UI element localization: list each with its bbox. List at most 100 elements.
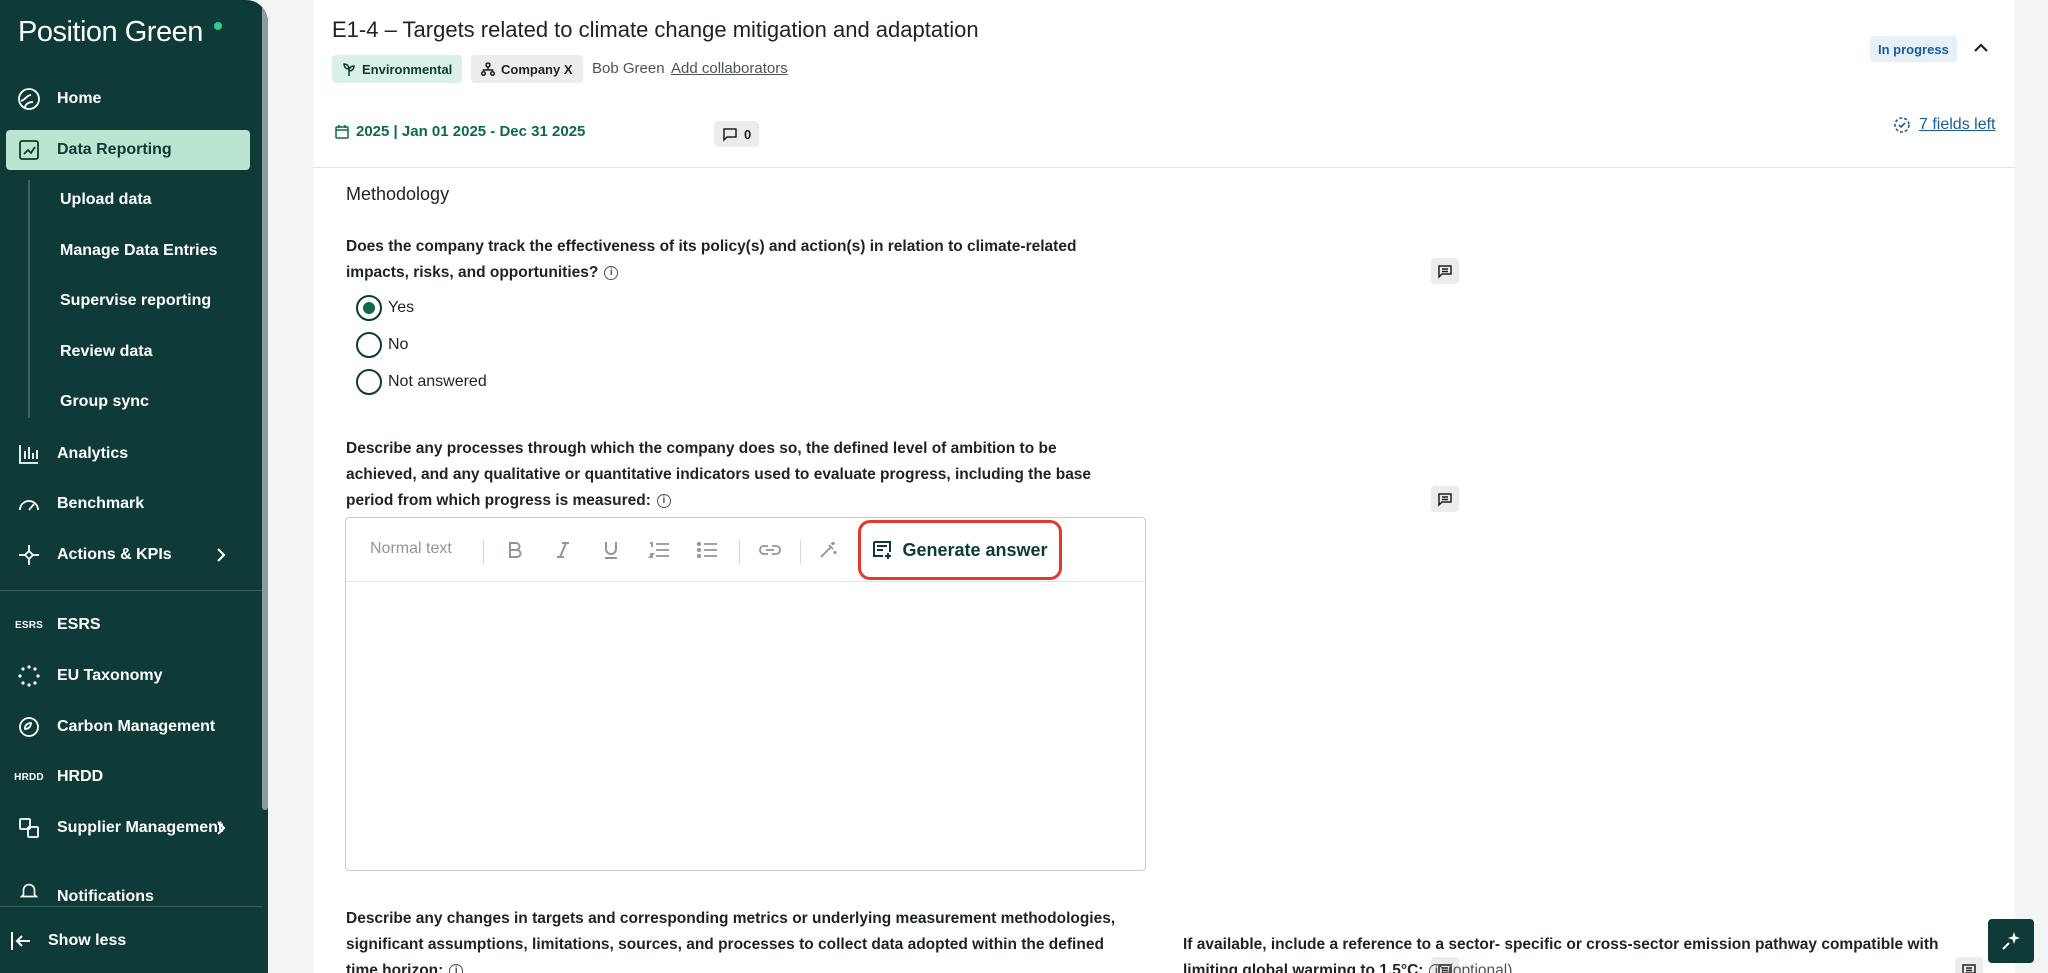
ai-assistant-button[interactable] [1988, 919, 2034, 963]
sidebar-divider [0, 906, 262, 907]
reporting-period-label: 2025 | Jan 01 2025 - Dec 31 2025 [356, 123, 586, 140]
fields-left-link[interactable]: 7 fields left [1893, 116, 1995, 134]
question-1: Does the company track the effectiveness… [346, 234, 1106, 286]
eu-stars-icon [16, 663, 42, 689]
sidebar-item-actions-kpis[interactable]: Actions & KPIs [6, 535, 250, 575]
sub-nav-line [28, 180, 30, 418]
sidebar-scrollbar[interactable] [262, 0, 268, 810]
reporting-period[interactable]: 2025 | Jan 01 2025 - Dec 31 2025 [334, 123, 585, 140]
radio-not-answered[interactable]: Not answered [356, 369, 487, 395]
info-icon[interactable]: i [656, 493, 671, 508]
sidebar-item-esrs[interactable]: ESRS ESRS [6, 605, 250, 645]
company-tag-label: Company X [501, 61, 573, 77]
sidebar-item-analytics[interactable]: Analytics [6, 434, 250, 474]
bold-icon [509, 542, 522, 558]
status-badge: In progress [1870, 36, 1957, 62]
sidebar-item-carbon-management[interactable]: Carbon Management [6, 707, 250, 747]
main-panel: E1-4 – Targets related to climate change… [313, 0, 2015, 973]
comment-icon [1438, 492, 1452, 507]
question-2-text: Describe any processes through which the… [346, 440, 1092, 509]
bullet-list-icon [696, 541, 717, 559]
radio-yes[interactable]: Yes [356, 295, 414, 321]
comment-count-button[interactable]: 0 [714, 121, 760, 147]
sidebar-subitem-manage-data-entries[interactable]: Manage Data Entries [60, 242, 217, 260]
sidebar-item-label: Carbon Management [57, 718, 216, 735]
app-logo: Position Green [18, 16, 203, 48]
question-4-text: If available, include a reference to a s… [1183, 936, 1939, 973]
logo-dot [214, 22, 222, 30]
underline-button[interactable] [597, 536, 625, 564]
add-collaborators-link[interactable]: Add collaborators [671, 60, 788, 77]
radio-label: Yes [388, 299, 415, 316]
sidebar-subitem-supervise-reporting[interactable]: Supervise reporting [60, 292, 211, 310]
sidebar-item-hrdd[interactable]: HRDD HRDD [6, 757, 250, 797]
fields-left-label: 7 fields left [1919, 116, 1996, 133]
sidebar-subitem-upload-data[interactable]: Upload data [60, 191, 152, 209]
generate-answer-label: Generate answer [902, 539, 1048, 560]
radio-circle[interactable] [356, 332, 382, 358]
radio-circle-selected[interactable] [356, 295, 382, 321]
bold-button[interactable] [501, 536, 529, 564]
question-1-comment-button[interactable] [1431, 258, 1459, 284]
show-less-button[interactable]: Show less [10, 930, 126, 952]
comment-icon [1962, 963, 1976, 973]
toolbar-separator [800, 540, 801, 564]
owner-name: Bob Green [592, 60, 665, 77]
magic-wand-icon [820, 542, 837, 558]
sidebar-subitem-review-data[interactable]: Review data [60, 343, 152, 361]
sidebar-item-eu-taxonomy[interactable]: EU Taxonomy [6, 656, 250, 696]
radio-circle[interactable] [356, 369, 382, 395]
ai-magic-button[interactable] [814, 536, 842, 564]
sidebar-item-label: HRDD [57, 768, 104, 785]
hrdd-icon: HRDD [14, 771, 44, 783]
text-style-select[interactable]: Normal text [370, 540, 452, 558]
progress-circle-icon [1894, 117, 1910, 133]
generate-answer-button[interactable]: Generate answer [858, 520, 1062, 580]
sidebar-item-label: Data Reporting [57, 141, 172, 158]
sidebar-divider [0, 590, 262, 591]
sidebar-item-data-reporting[interactable]: Data Reporting [6, 130, 250, 170]
sidebar-item-benchmark[interactable]: Benchmark [6, 484, 250, 524]
comment-count: 0 [744, 126, 752, 142]
question-2-comment-button[interactable] [1431, 486, 1459, 512]
rich-text-editor[interactable]: Normal text Generate answer [345, 517, 1146, 871]
question-3: Describe any changes in targets and corr… [346, 906, 1126, 973]
show-less-label: Show less [48, 932, 127, 949]
sidebar-subitem-group-sync[interactable]: Group sync [60, 393, 149, 411]
sidebar-item-label: Analytics [57, 445, 129, 462]
sidebar-item-supplier-management[interactable]: Supplier Management [6, 808, 250, 848]
generate-icon [873, 541, 892, 559]
info-icon[interactable]: i [449, 963, 464, 973]
sidebar-item-label: Home [57, 90, 102, 107]
sidebar-item-label: Supplier Management [57, 819, 224, 836]
info-icon[interactable]: i [1429, 963, 1444, 973]
collapse-button[interactable] [1971, 38, 1991, 63]
collapse-left-icon [10, 930, 34, 952]
sidebar-item-label: Actions & KPIs [57, 546, 172, 563]
toolbar-separator [739, 540, 740, 564]
data-reporting-icon [16, 137, 42, 163]
header-divider [313, 167, 2015, 168]
italic-button[interactable] [549, 536, 577, 564]
sidebar-item-notifications[interactable]: Notifications [6, 880, 250, 902]
sidebar-item-label: ESRS [57, 616, 101, 633]
chevron-right-icon [212, 818, 230, 843]
radio-no[interactable]: No [356, 332, 408, 358]
sidebar-item-home[interactable]: Home [6, 79, 250, 119]
info-icon[interactable]: i [604, 265, 619, 280]
optional-label: (optional) [1447, 962, 1513, 973]
question-4-comment-button[interactable] [1955, 957, 1983, 973]
sidebar-item-label: EU Taxonomy [57, 667, 163, 684]
ordered-list-button[interactable] [645, 536, 673, 564]
question-4: If available, include a reference to a s… [1183, 932, 1943, 973]
link-button[interactable] [756, 536, 784, 564]
question-3-text: Describe any changes in targets and corr… [346, 910, 1116, 973]
bar-chart-icon [16, 441, 42, 467]
home-icon [16, 86, 42, 112]
chevron-up-icon [1974, 43, 1988, 52]
supplier-icon [16, 815, 42, 841]
carbon-icon [16, 714, 42, 740]
bullet-list-button[interactable] [693, 536, 721, 564]
question-1-text: Does the company track the effectiveness… [346, 238, 1077, 281]
target-icon [16, 542, 42, 568]
